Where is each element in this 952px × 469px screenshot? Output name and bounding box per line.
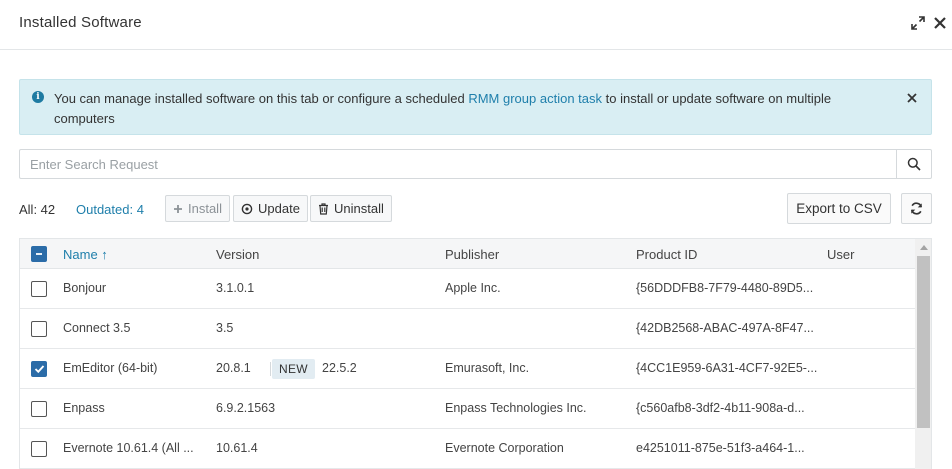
uninstall-label: Uninstall (334, 201, 384, 216)
search-icon (907, 157, 921, 171)
cell-product-id: {56DDDFB8-7F79-4480-89D5... (636, 281, 814, 295)
cell-publisher: Enpass Technologies Inc. (445, 401, 587, 415)
update-icon (241, 203, 253, 215)
table-row[interactable]: Connect 3.5 3.5 {42DB2568-ABAC-497A-8F47… (20, 309, 915, 349)
info-banner: i You can manage installed software on t… (19, 79, 932, 135)
cell-publisher: Evernote Corporation (445, 441, 564, 455)
row-checkbox[interactable] (31, 361, 47, 377)
cell-new-version: 22.5.2 (322, 361, 357, 375)
install-label: Install (188, 201, 222, 216)
info-text-before: You can manage installed software on thi… (54, 91, 469, 106)
row-checkbox[interactable] (31, 321, 47, 337)
cell-product-id: {c560afb8-3df2-4b11-908a-d... (636, 401, 805, 415)
update-label: Update (258, 201, 300, 216)
vertical-scrollbar[interactable] (915, 239, 931, 469)
cell-publisher: Apple Inc. (445, 281, 501, 295)
cell-version: 3.1.0.1 (216, 281, 255, 295)
select-all-checkbox[interactable] (31, 246, 47, 262)
table-row[interactable]: Evernote 10.61.4 (All ... 10.61.4 Everno… (20, 429, 915, 469)
uninstall-button[interactable]: Uninstall (310, 195, 392, 222)
cell-version: 3.5 (216, 321, 234, 335)
search-box (19, 149, 897, 179)
dialog-title: Installed Software (19, 14, 142, 31)
cell-name: Connect 3.5 (63, 321, 131, 335)
cell-version: 10.61.4 (216, 441, 258, 455)
new-version-badge: NEW (272, 359, 315, 379)
search-input[interactable] (20, 150, 897, 178)
search-button[interactable] (896, 149, 932, 179)
cell-product-id: {4CC1E959-6A31-4CF7-92E5-... (636, 361, 818, 375)
cell-version: 20.8.1 (216, 361, 251, 375)
filter-outdated[interactable]: Outdated: 4 (76, 202, 144, 217)
plus-icon (173, 204, 183, 214)
column-name[interactable]: Name ↑ (63, 247, 108, 262)
cell-name: EmEditor (64-bit) (63, 361, 158, 375)
version-separator (270, 362, 271, 376)
row-checkbox[interactable] (31, 281, 47, 297)
update-button[interactable]: Update (233, 195, 308, 222)
column-version[interactable]: Version (216, 247, 259, 262)
dialog-header: Installed Software (0, 0, 952, 50)
cell-publisher: Emurasoft, Inc. (445, 361, 530, 375)
scroll-up-arrow-icon[interactable] (915, 239, 931, 255)
cell-version: 6.9.2.1563 (216, 401, 276, 415)
row-checkbox[interactable] (31, 401, 47, 417)
cell-name: Bonjour (63, 281, 107, 295)
info-banner-text: You can manage installed software on thi… (54, 89, 894, 129)
info-circle-icon: i (32, 91, 44, 103)
cell-product-id: {42DB2568-ABAC-497A-8F47... (636, 321, 814, 335)
table-row[interactable]: Enpass 6.9.2.1563 Enpass Technologies In… (20, 389, 915, 429)
software-table: Name ↑ Version Publisher Product ID User… (19, 238, 932, 469)
column-publisher[interactable]: Publisher (445, 247, 499, 262)
table-row[interactable]: EmEditor (64-bit) 20.8.1 NEW 22.5.2 Emur… (20, 349, 915, 389)
column-product-id[interactable]: Product ID (636, 247, 697, 262)
expand-arrows-icon[interactable] (907, 12, 929, 34)
close-icon[interactable] (929, 12, 951, 34)
row-checkbox[interactable] (31, 441, 47, 457)
table-header: Name ↑ Version Publisher Product ID User (20, 239, 915, 269)
refresh-icon (910, 202, 923, 215)
cell-name: Evernote 10.61.4 (All ... (63, 441, 194, 455)
banner-close-icon[interactable] (904, 90, 920, 106)
toolbar: All: 42 Outdated: 4 Install Update Unins… (19, 193, 932, 224)
cell-product-id: e4251011-875e-51f3-a464-1... (636, 441, 805, 455)
checkmark-icon (34, 365, 44, 374)
refresh-button[interactable] (901, 193, 932, 224)
cell-name: Enpass (63, 401, 105, 415)
scrollbar-thumb[interactable] (917, 256, 930, 428)
install-button[interactable]: Install (165, 195, 230, 222)
trash-icon (318, 202, 329, 215)
export-csv-button[interactable]: Export to CSV (787, 193, 891, 224)
rmm-group-action-task-link[interactable]: RMM group action task (468, 91, 602, 106)
column-user[interactable]: User (827, 247, 854, 262)
filter-all[interactable]: All: 42 (19, 202, 55, 217)
table-row[interactable]: Bonjour 3.1.0.1 Apple Inc. {56DDDFB8-7F7… (20, 269, 915, 309)
